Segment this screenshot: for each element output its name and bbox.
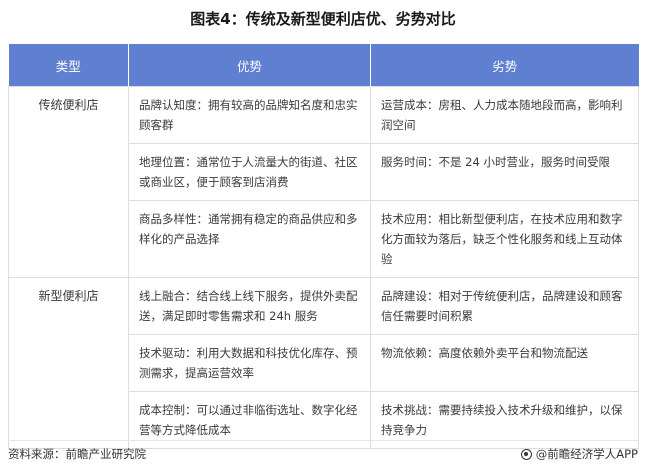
comparison-table-wrapper: 类型 优势 劣势 传统便利店 品牌认知度：拥有较高的品牌知名度和忠实顾客群 运营… — [8, 44, 639, 449]
advantage-cell: 地理位置：通常位于人流量大的街道、社区或商业区，便于顾客到店消费 — [128, 143, 371, 201]
disadvantage-cell: 运营成本：房租、人力成本随地段而高，影响利润空间 — [370, 86, 639, 144]
category-cell: 新型便利店 — [8, 277, 129, 449]
table-row: 传统便利店 品牌认知度：拥有较高的品牌知名度和忠实顾客群 运营成本：房租、人力成… — [8, 86, 639, 278]
comparison-table: 类型 优势 劣势 传统便利店 品牌认知度：拥有较高的品牌知名度和忠实顾客群 运营… — [8, 44, 639, 449]
advantage-cell: 商品多样性：通常拥有稳定的商品供应和多样化的产品选择 — [128, 200, 371, 278]
brand-label: @前瞻经济学人APP — [535, 447, 638, 461]
footer-divider — [8, 440, 638, 441]
header-disadvantage: 劣势 — [370, 44, 639, 87]
source-note: 资料来源：前瞻产业研究院 — [8, 447, 146, 461]
table-row: 新型便利店 线上融合：结合线上线下服务，提供外卖配送，满足即时零售需求和 24h… — [8, 277, 639, 449]
advantage-cell: 线上融合：结合线上线下服务，提供外卖配送，满足即时零售需求和 24h 服务 — [128, 277, 371, 335]
advantage-cell: 品牌认知度：拥有较高的品牌知名度和忠实顾客群 — [128, 86, 371, 144]
disadvantage-cell: 物流依赖：高度依赖外卖平台和物流配送 — [370, 334, 639, 392]
category-cell: 传统便利店 — [8, 86, 129, 278]
brand-credit: @前瞻经济学人APP — [520, 446, 638, 462]
header-advantage: 优势 — [128, 44, 371, 87]
disadvantage-cell: 服务时间：不是 24 小时营业，服务时间受限 — [370, 143, 639, 201]
disadvantage-cell: 品牌建设：相对于传统便利店，品牌建设和顾客信任需要时间积累 — [370, 277, 639, 335]
brand-logo-icon — [520, 448, 532, 460]
table-header-row: 类型 优势 劣势 — [8, 44, 639, 87]
advantage-cell: 技术驱动：利用大数据和科技优化库存、预测需求，提高运营效率 — [128, 334, 371, 392]
header-type: 类型 — [8, 44, 129, 87]
figure-title: 图表4：传统及新型便利店优、劣势对比 — [190, 10, 456, 28]
disadvantage-cell: 技术应用：相比新型便利店，在技术应用和数字化方面较为落后，缺乏个性化服务和线上互… — [370, 200, 639, 278]
